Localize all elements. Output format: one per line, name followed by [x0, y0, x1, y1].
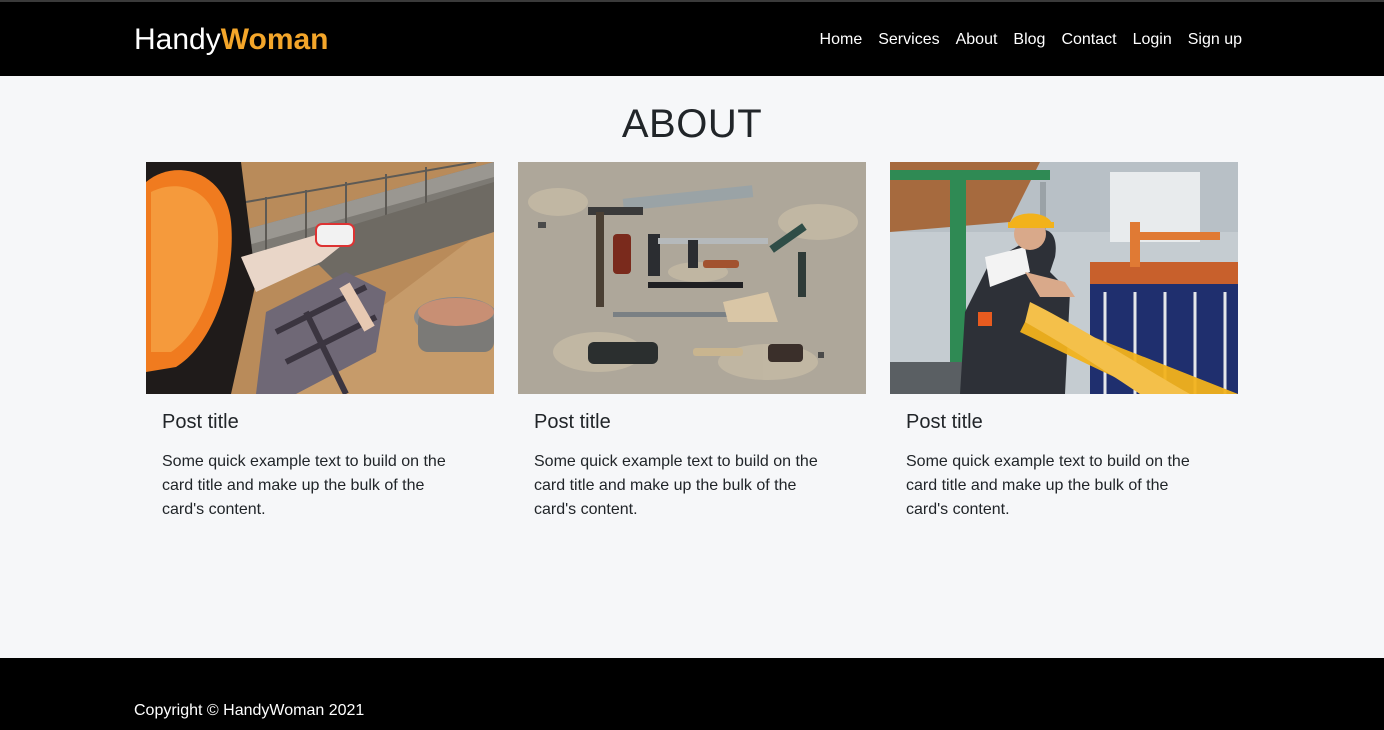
card-text: Some quick example text to build on the … — [906, 453, 1190, 518]
construction-worker-photo — [146, 162, 494, 394]
nav-link-home[interactable]: Home — [820, 31, 863, 48]
brand-logo-link[interactable]: HandyWoman — [134, 22, 329, 58]
card-text: Some quick example text to build on the … — [162, 453, 446, 518]
card-text: Some quick example text to build on the … — [534, 453, 818, 518]
card-body: Post title Some quick example text to bu… — [518, 394, 866, 522]
brand-text-woman: Woman — [220, 23, 329, 56]
post-card: Post title Some quick example text to bu… — [890, 162, 1238, 522]
nav-link-blog[interactable]: Blog — [1013, 31, 1045, 48]
nav-link-contact[interactable]: Contact — [1061, 31, 1116, 48]
nav-link-about[interactable]: About — [956, 31, 998, 48]
card-title: Post title — [906, 411, 983, 433]
brand-text-handy: Handy — [134, 23, 221, 56]
nav-link-signup[interactable]: Sign up — [1188, 31, 1242, 48]
post-card: Post title Some quick example text to bu… — [518, 162, 866, 522]
card-body: Post title Some quick example text to bu… — [890, 394, 1238, 522]
card-title: Post title — [534, 411, 611, 433]
footer: Copyright © HandyWoman 2021 — [0, 658, 1384, 730]
factory-worker-photo — [890, 162, 1238, 394]
nav-link-login[interactable]: Login — [1133, 31, 1172, 48]
nav-link-services[interactable]: Services — [878, 31, 939, 48]
copyright-text: Copyright © HandyWoman 2021 — [134, 702, 365, 719]
navbar: HandyWoman Home Services About Blog Cont… — [0, 0, 1384, 76]
page-title: ABOUT — [621, 102, 763, 146]
nav-links: Home Services About Blog Contact Login S… — [820, 29, 1242, 51]
post-card: Post title Some quick example text to bu… — [146, 162, 494, 522]
card-body: Post title Some quick example text to bu… — [146, 394, 494, 522]
card-title: Post title — [162, 411, 239, 433]
woodworking-tools-photo — [518, 162, 866, 394]
